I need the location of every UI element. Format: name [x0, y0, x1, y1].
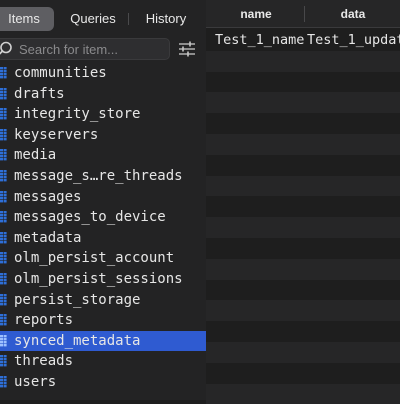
table-list: communities drafts integrity_store keyserve… — [0, 63, 206, 393]
sidebar-item-media[interactable]: media — [0, 145, 206, 166]
sidebar-item-drafts[interactable]: drafts — [0, 84, 206, 105]
table-row — [206, 113, 400, 134]
sidebar-item-label: communities — [14, 65, 107, 81]
filter-icon[interactable] — [178, 41, 196, 57]
sidebar-item-message-s-re-threads[interactable]: message_s…re_threads — [0, 166, 206, 187]
search-input[interactable] — [19, 39, 167, 59]
table-row — [206, 196, 400, 217]
table-row — [206, 258, 400, 280]
table-icon — [0, 293, 7, 305]
table-icon — [0, 272, 7, 285]
sidebar-item-users[interactable]: users — [0, 372, 206, 393]
cell-name[interactable]: Test_1_name — [215, 30, 305, 51]
table-row — [206, 363, 400, 384]
sidebar-item-label: metadata — [14, 229, 82, 246]
sidebar-item-metadata[interactable]: metadata — [0, 228, 206, 249]
column-header-data[interactable]: data — [306, 0, 400, 28]
tab-history[interactable]: History — [132, 7, 200, 31]
sidebar-item-persist-storage[interactable]: persist_storage — [0, 290, 206, 311]
table-icon — [0, 128, 7, 141]
sidebar-item-label: message_s…re_threads — [14, 167, 183, 184]
sidebar-item-label: media — [14, 147, 57, 164]
sidebar-item-olm-persist-account[interactable]: olm_persist_account — [0, 248, 206, 269]
search-icon — [0, 41, 12, 55]
table-icon — [0, 231, 7, 244]
cell-data[interactable]: Test_1_update — [307, 30, 400, 51]
table-icon — [0, 252, 7, 264]
table-icon — [0, 314, 7, 326]
table-row[interactable]: Test_1_nameTest_1_update — [206, 30, 400, 51]
column-separator[interactable] — [304, 6, 305, 22]
table-icon — [0, 355, 7, 367]
sidebar-item-label: olm_persist_account — [14, 250, 175, 267]
sidebar-item-label: integrity_store — [14, 106, 141, 123]
table-row — [206, 383, 400, 404]
data-grid: name data Test_1_nameTest_1_update — [206, 0, 400, 404]
sidebar-item-olm-persist-sessions[interactable]: olm_persist_sessions — [0, 269, 206, 290]
sidebar-item-keyservers[interactable]: keyservers — [0, 125, 206, 146]
table-icon — [0, 169, 7, 182]
grid-rows: Test_1_nameTest_1_update — [206, 30, 400, 404]
sidebar-item-label: keyservers — [14, 126, 99, 143]
sidebar-item-label: synced_metadata — [14, 332, 141, 349]
grid-header: name data — [206, 0, 400, 28]
table-icon — [0, 190, 7, 202]
table-icon — [0, 67, 7, 79]
table-row — [206, 217, 400, 238]
table-row — [206, 300, 400, 322]
table-row — [206, 341, 400, 363]
column-header-name[interactable]: name — [206, 0, 306, 28]
sidebar-item-messages-to-device[interactable]: messages_to_device — [0, 207, 206, 228]
sidebar-item-label: messages — [14, 188, 82, 205]
table-icon — [0, 211, 7, 223]
table-row — [206, 175, 400, 197]
sidebar-item-label: messages_to_device — [14, 209, 166, 226]
table-row — [206, 155, 400, 176]
table-icon — [0, 108, 7, 120]
sidebar-item-label: threads — [14, 353, 74, 370]
table-row — [206, 280, 400, 301]
table-icon — [0, 375, 7, 388]
sidebar-item-label: olm_persist_sessions — [14, 270, 183, 287]
sidebar-item-messages[interactable]: messages — [0, 187, 206, 208]
tab-queries[interactable]: Queries — [62, 7, 124, 31]
tab-separator — [128, 13, 129, 25]
table-icon — [0, 149, 7, 161]
sidebar-tabs: Items Queries History — [0, 7, 204, 31]
sidebar-item-communities[interactable]: communities — [0, 63, 206, 84]
sidebar-item-reports[interactable]: reports — [0, 310, 206, 331]
table-icon — [0, 87, 7, 99]
table-icon — [0, 334, 7, 347]
sidebar-item-label: reports — [14, 312, 74, 329]
table-row — [206, 321, 400, 342]
sidebar: Items Queries History communities drafts i… — [0, 0, 206, 400]
sidebar-item-threads[interactable]: threads — [0, 351, 206, 372]
table-row — [206, 92, 400, 114]
search-box[interactable] — [0, 38, 170, 60]
sidebar-item-integrity-store[interactable]: integrity_store — [0, 104, 206, 125]
sidebar-item-synced-metadata[interactable]: synced_metadata — [0, 330, 206, 352]
table-row — [206, 133, 400, 155]
sidebar-item-label: persist_storage — [14, 291, 141, 308]
table-row — [206, 50, 400, 72]
table-row — [206, 238, 400, 259]
sidebar-item-label: drafts — [14, 85, 65, 102]
tab-items[interactable]: Items — [0, 7, 54, 31]
sidebar-item-label: users — [14, 373, 57, 390]
table-row — [206, 72, 400, 93]
